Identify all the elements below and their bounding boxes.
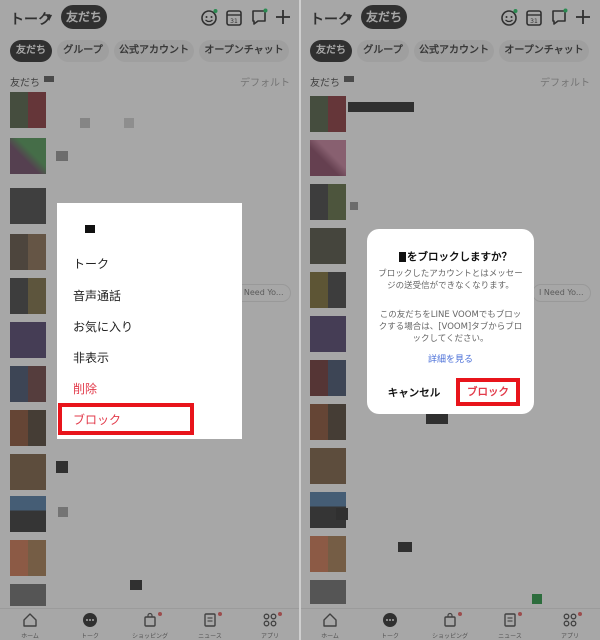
cancel-button[interactable]: キャンセル <box>381 385 447 400</box>
menu-item-favorite[interactable]: お気に入り <box>73 318 133 335</box>
redacted-friend-name <box>85 225 95 233</box>
dialog-title: をブロックしますか？ <box>407 251 512 263</box>
friend-context-menu: トーク 音声通話 お気に入り 非表示 削除 ブロック <box>57 203 242 439</box>
highlight-box <box>58 403 194 435</box>
block-confirm-dialog: をブロックしますか？ ブロックしたアカウントとはメッセージの送受信ができなくなり… <box>367 229 534 414</box>
menu-item-hide[interactable]: 非表示 <box>73 349 109 366</box>
panel-divider <box>299 0 301 640</box>
details-link[interactable]: 詳細を見る <box>367 352 534 365</box>
redacted-friend-name <box>399 252 406 262</box>
block-button[interactable]: ブロック <box>456 378 520 406</box>
right-screen: トーク ▼ 友だち 31 友だち グループ 公式アカウント オープンチャット 友… <box>300 0 600 640</box>
dialog-body-warning: ブロックしたアカウントとはメッセージの送受信ができなくなります。 <box>378 269 523 291</box>
menu-item-voice-call[interactable]: 音声通話 <box>73 287 121 304</box>
menu-item-talk[interactable]: トーク <box>73 255 109 272</box>
left-screen: トーク ▼ 友だち 31 友だち グループ 公式アカウント オープンチャット 友… <box>0 0 300 640</box>
dialog-body-voom: この友だちをLINE VOOMでもブロックする場合は、[VOOM]タブからブロッ… <box>378 310 523 344</box>
menu-item-delete[interactable]: 削除 <box>73 380 97 397</box>
